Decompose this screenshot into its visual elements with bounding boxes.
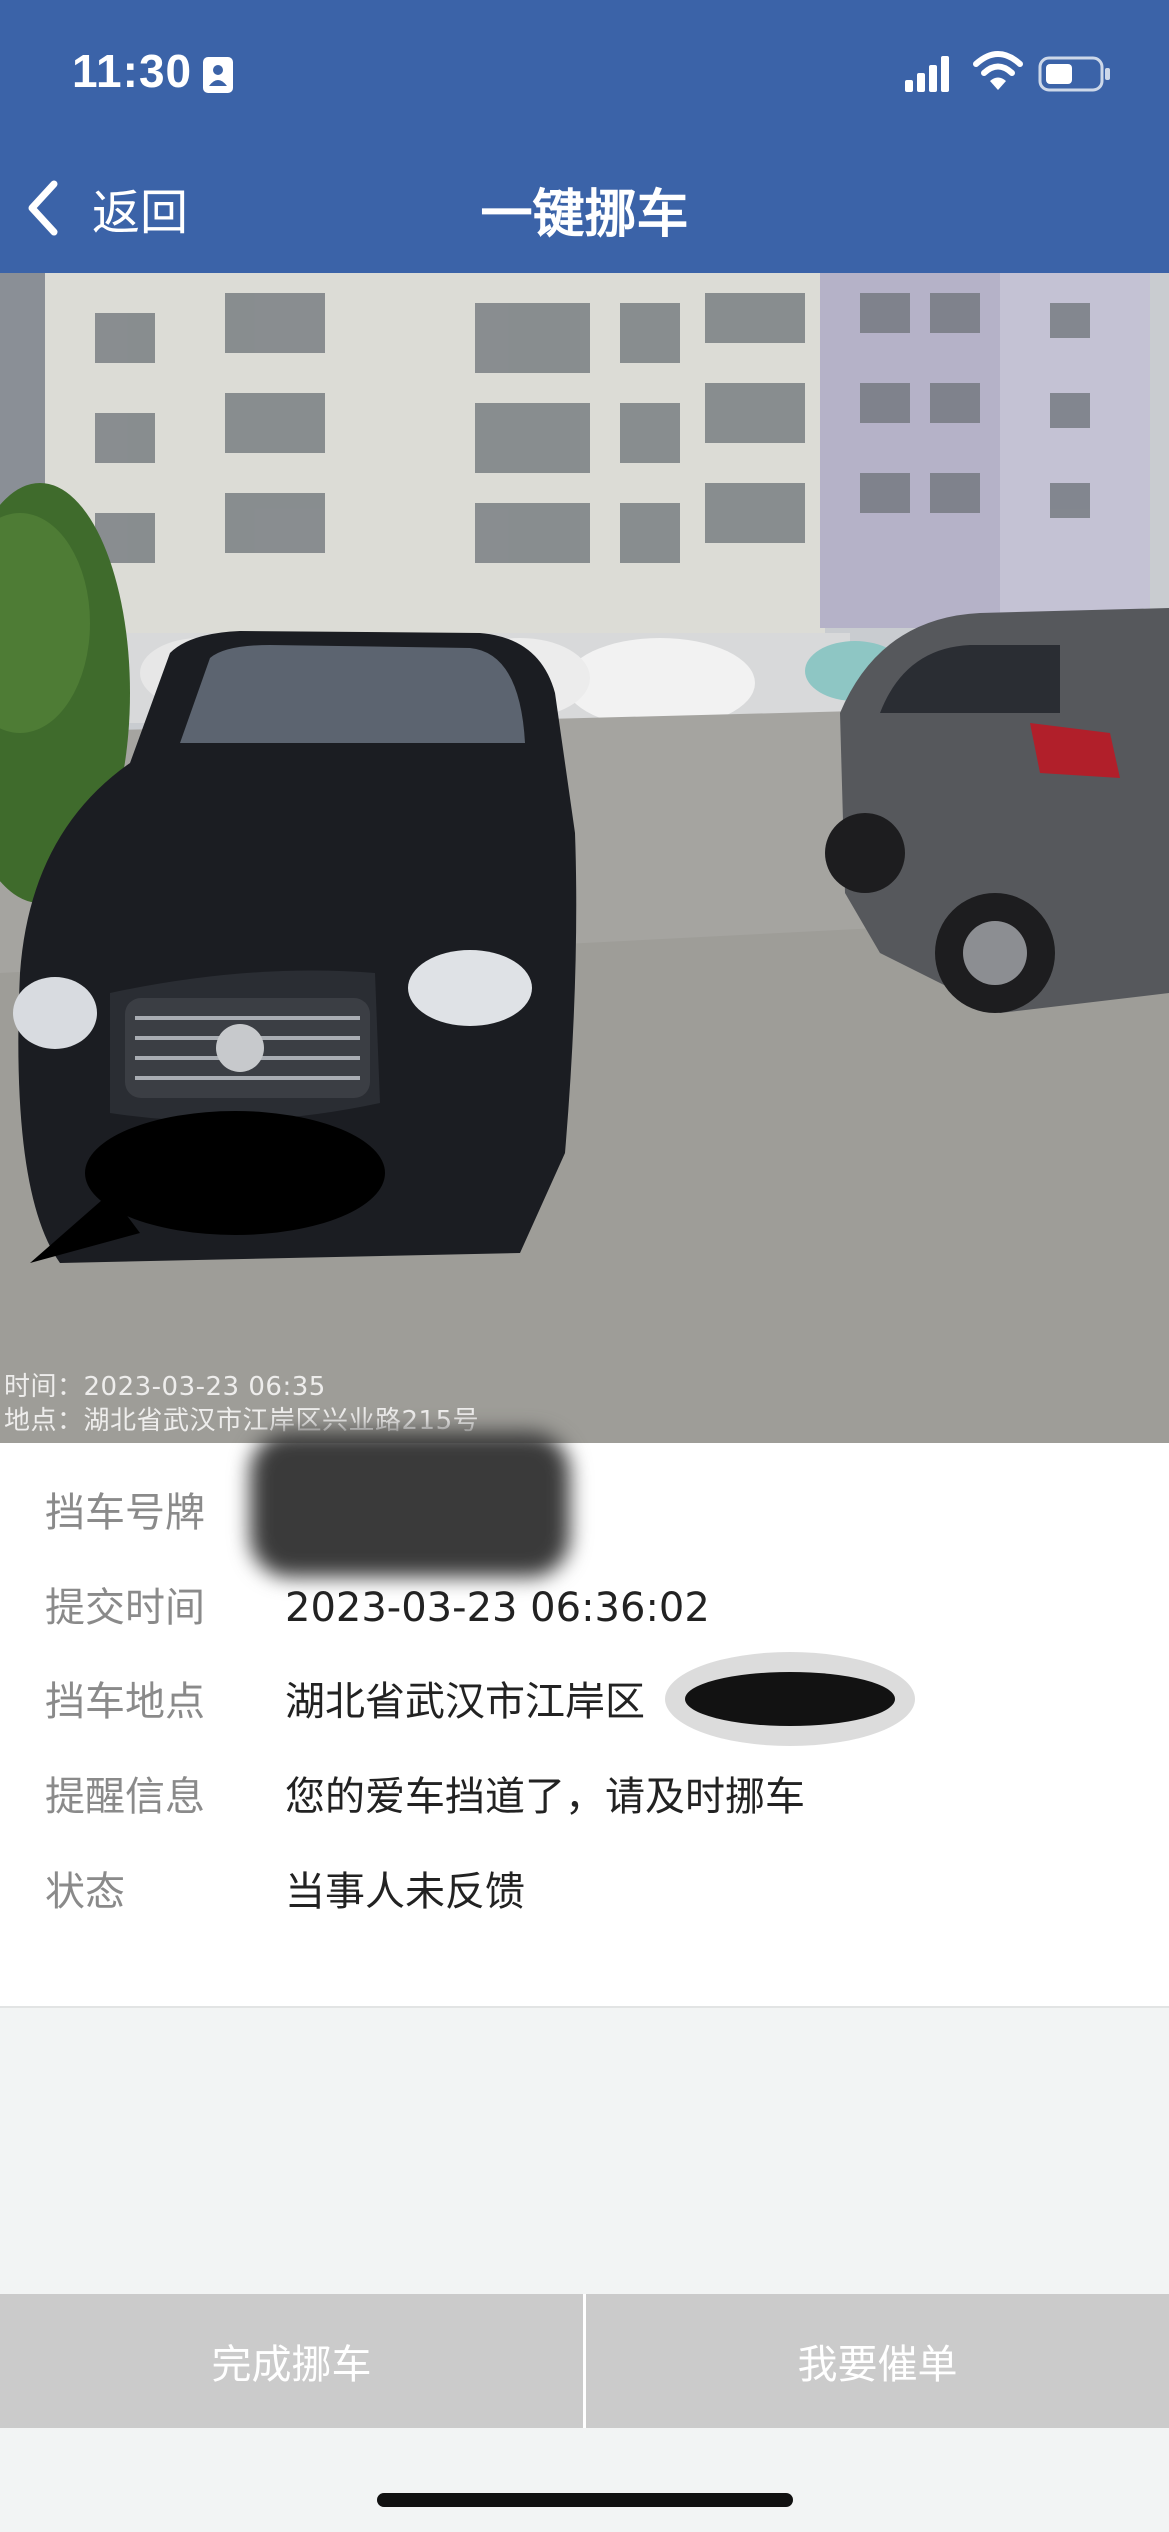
detail-value: 2023-03-23 06:36:02 — [285, 1585, 710, 1631]
cellular-signal-icon — [905, 56, 949, 92]
detail-label: 挡车号牌 — [45, 1490, 205, 1536]
detail-value: 您的爱车挡道了，请及时挪车 — [285, 1774, 805, 1820]
detail-label: 状态 — [45, 1869, 125, 1915]
photo-timestamp: 时间：2023-03-23 06:35 — [4, 1372, 326, 1402]
redacted-plate — [250, 1432, 570, 1577]
detail-row-submit-time: 提交时间 2023-03-23 06:36:02 — [0, 1573, 1169, 1643]
redacted-address — [685, 1672, 895, 1726]
detail-label: 提醒信息 — [45, 1774, 205, 1820]
page-title: 一键挪车 — [480, 185, 689, 245]
details-panel: 挡车号牌 提交时间 2023-03-23 06:36:02 挡车地点 湖北省武汉… — [0, 1443, 1169, 2008]
detail-value: 湖北省武汉市江岸区 — [285, 1679, 645, 1725]
detail-row-reminder: 提醒信息 您的爱车挡道了，请及时挪车 — [0, 1762, 1169, 1832]
detail-label: 提交时间 — [45, 1585, 205, 1631]
detail-row-plate: 挡车号牌 — [0, 1478, 1169, 1548]
detail-row-status: 状态 当事人未反馈 — [0, 1857, 1169, 1927]
detail-row-location: 挡车地点 湖北省武汉市江岸区 — [0, 1667, 1169, 1737]
detail-label: 挡车地点 — [45, 1679, 205, 1725]
home-indicator — [377, 2493, 793, 2507]
detail-value: 当事人未反馈 — [285, 1869, 525, 1915]
wifi-icon — [973, 51, 1023, 90]
urge-button[interactable]: 我要催单 — [586, 2294, 1169, 2428]
id-card-icon — [203, 57, 233, 93]
status-time: 11:30 — [72, 45, 193, 97]
evidence-photo — [0, 273, 1169, 1443]
app-header: 11:30 返回 一键挪车 — [0, 0, 1169, 273]
action-bar: 完成挪车 我要催单 — [0, 2294, 1169, 2428]
complete-move-button[interactable]: 完成挪车 — [0, 2294, 583, 2428]
battery-icon — [1038, 56, 1110, 92]
